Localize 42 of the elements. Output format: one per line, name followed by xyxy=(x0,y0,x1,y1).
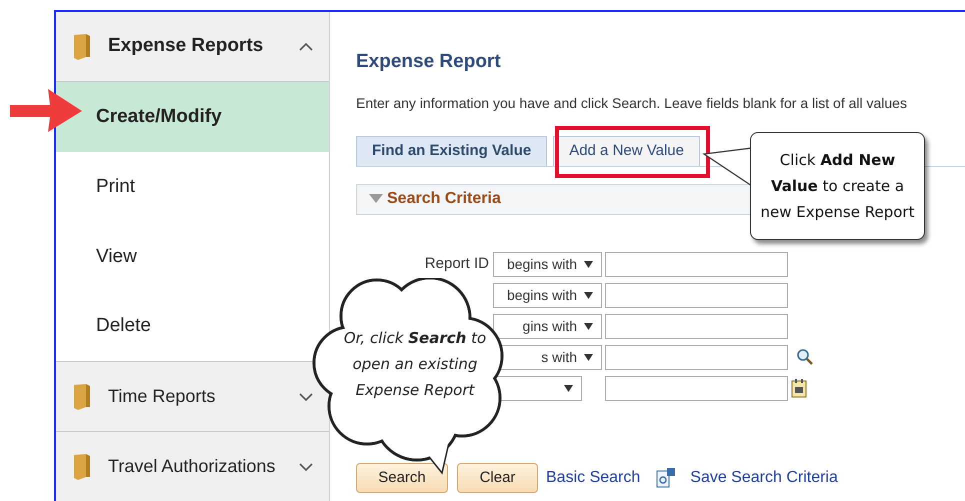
save-search-icon[interactable] xyxy=(656,467,676,489)
calendar-icon[interactable] xyxy=(791,378,807,398)
caret-down-icon xyxy=(564,384,573,392)
caret-down-icon xyxy=(584,354,593,360)
input-field[interactable] xyxy=(605,252,788,276)
search-icon[interactable] xyxy=(796,348,814,366)
section-label: Travel Authorizations xyxy=(108,455,276,478)
triangle-down-icon xyxy=(369,194,383,204)
link[interactable]: Basic Search xyxy=(546,466,640,490)
input-field[interactable] xyxy=(605,314,788,338)
caret-down-icon xyxy=(584,292,593,298)
sidebar-item[interactable]: Create/Modify xyxy=(56,82,329,152)
folder-icon xyxy=(72,382,92,410)
input-field[interactable] xyxy=(605,282,788,308)
chevron-down-icon[interactable] xyxy=(299,392,313,402)
folder-icon xyxy=(72,452,92,480)
sidebar-section-header[interactable]: Expense Reports xyxy=(56,12,329,82)
callout-bubble: Click Add New Value to create a new Expense Report xyxy=(750,132,925,240)
operator-select[interactable]: begins with xyxy=(493,252,602,276)
operator-select[interactable]: gins with xyxy=(493,314,602,338)
link[interactable]: Save Search Criteria xyxy=(690,466,838,490)
caret-down-icon xyxy=(584,322,593,330)
cloud-text: Or, click Search to open an existing Expense Report xyxy=(342,328,488,401)
action-button[interactable]: Search xyxy=(356,463,448,493)
section-label: Expense Reports xyxy=(108,34,264,58)
field-label: Report ID xyxy=(424,254,489,274)
folder-icon xyxy=(72,32,92,60)
sidebar-section-header[interactable]: Time Reports xyxy=(56,362,329,432)
tab[interactable]: Find an Existing Value xyxy=(356,136,548,166)
section-heading: Search Criteria xyxy=(387,189,501,209)
operator-select[interactable]: begins with xyxy=(493,282,602,308)
action-button[interactable]: Clear xyxy=(457,463,538,493)
sidebar-section-header[interactable]: Travel Authorizations xyxy=(56,432,329,501)
chevron-down-icon[interactable] xyxy=(299,462,313,472)
chevron-up-icon[interactable] xyxy=(299,42,313,52)
tab[interactable]: Add a New Value xyxy=(553,136,700,166)
input-field[interactable] xyxy=(605,376,788,400)
input-field[interactable] xyxy=(605,344,788,370)
instructions-text: Enter any information you have and click Search. Leave fields blank for a list of all values xyxy=(356,94,908,113)
page-title: Expense Report xyxy=(356,50,502,74)
caret-down-icon xyxy=(584,260,593,268)
section-label: Time Reports xyxy=(108,385,216,408)
